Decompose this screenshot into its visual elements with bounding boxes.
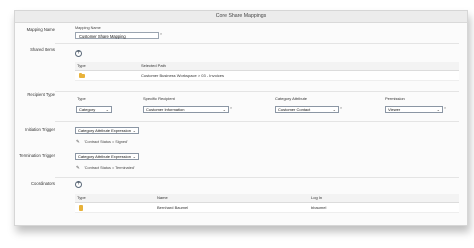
column-type: Type (77, 195, 86, 200)
divider (55, 43, 459, 44)
recipient-type-value: Category (79, 107, 96, 112)
shared-items-label: Shared Items (30, 47, 55, 52)
user-icon (79, 205, 83, 211)
column-type: Type (77, 96, 86, 101)
chevron-down-icon: ⌄ (105, 107, 109, 112)
recipient-type-label: Recipient Type (27, 92, 55, 97)
coordinators-label: Coordinators (31, 181, 55, 186)
termination-expression: 'Contract Status = Terminated' (84, 166, 135, 170)
divider (55, 121, 459, 122)
add-coordinator-icon[interactable]: + (75, 181, 82, 188)
column-category-attribute: Category Attribute (275, 96, 308, 101)
chevron-down-icon: ⌄ (132, 154, 136, 159)
column-permission: Permission (385, 96, 405, 101)
recipient-type-select[interactable]: Category ⌄ (76, 106, 112, 113)
initiation-expression: 'Contract Status = Signed' (84, 140, 128, 144)
coordinators-header: Type Name Log In (75, 194, 459, 203)
termination-trigger-value: Category Attribute Expression (78, 154, 131, 159)
shared-items-header: Type Selected Path (75, 62, 459, 71)
table-row[interactable]: Customer Business Workspace > 03 - Invoi… (75, 71, 459, 81)
divider (55, 91, 459, 92)
permission-select[interactable]: Viewer ⌄ (385, 106, 443, 113)
selected-path: Customer Business Workspace > 03 - Invoi… (141, 73, 224, 78)
initiation-trigger-value: Category Attribute Expression (78, 128, 131, 133)
category-attribute-select[interactable]: Customer Contact ⌄ (275, 106, 339, 113)
divider (55, 177, 459, 178)
chevron-down-icon: ⌄ (436, 107, 440, 112)
edit-initiation-pencil-icon[interactable]: ✎ (76, 139, 80, 145)
coordinator-login: bbaumel (311, 205, 327, 210)
initiation-trigger-select[interactable]: Category Attribute Expression ⌄ (75, 127, 139, 134)
termination-trigger-label: Termination Trigger (19, 153, 55, 158)
column-type: Type (77, 63, 86, 68)
specific-recipient-clear-icon[interactable]: × (230, 106, 232, 110)
mapping-name-label: Mapping Name (26, 27, 55, 32)
mapping-name-input[interactable]: Customer Share Mapping (75, 32, 159, 39)
permission-clear-icon[interactable]: × (444, 106, 446, 110)
chevron-down-icon: ⌄ (332, 107, 336, 112)
folder-icon (79, 73, 85, 78)
termination-trigger-select[interactable]: Category Attribute Expression ⌄ (75, 153, 139, 160)
specific-recipient-value: Customer Information (146, 107, 185, 112)
edit-termination-pencil-icon[interactable]: ✎ (76, 165, 80, 171)
column-selected-path: Selected Path (141, 63, 166, 68)
add-shared-item-icon[interactable]: + (75, 50, 82, 57)
mapping-name-caption: Mapping Name (75, 26, 101, 30)
window-title: Core Share Mappings (15, 11, 467, 23)
chevron-down-icon: ⌄ (222, 107, 226, 112)
permission-value: Viewer (388, 107, 401, 112)
initiation-trigger-label: Initiation Trigger (25, 127, 55, 132)
coordinator-name: Bernhard Baumel (157, 205, 189, 210)
specific-recipient-select[interactable]: Customer Information ⌄ (143, 106, 229, 113)
column-name: Name (157, 195, 168, 200)
column-log-in: Log In (311, 195, 323, 200)
category-attribute-value: Customer Contact (278, 107, 311, 112)
mapping-name-clear-icon[interactable]: × (160, 32, 162, 36)
core-share-mappings-window: Core Share Mappings Mapping Name Mapping… (14, 10, 468, 226)
chevron-down-icon: ⌄ (132, 128, 136, 133)
category-attribute-clear-icon[interactable]: × (340, 106, 342, 110)
table-row[interactable]: Bernhard Baumel bbaumel (75, 203, 459, 213)
column-specific-recipient: Specific Recipient (143, 96, 175, 101)
